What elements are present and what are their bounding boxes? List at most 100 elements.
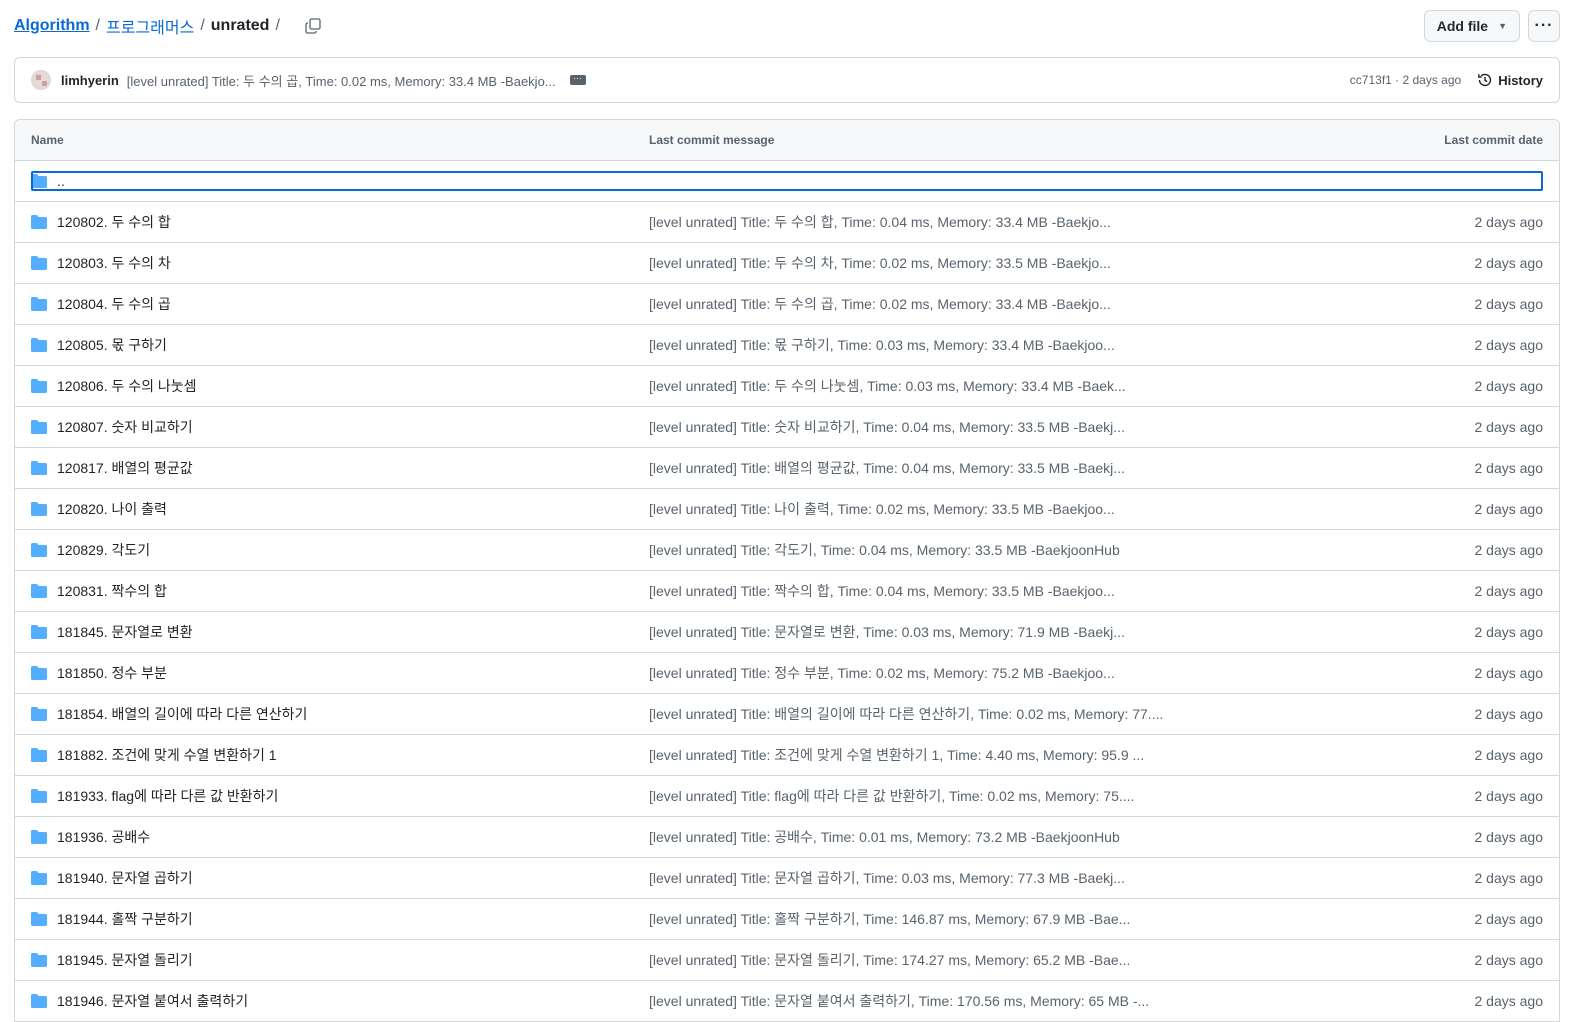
commit-message-link[interactable]: [level unrated] Title: 정수 부분, Time: 0.02…	[649, 663, 1343, 683]
commit-message-link[interactable]: [level unrated] Title: 문자열로 변환, Time: 0.…	[649, 622, 1343, 642]
commit-date: 2 days ago	[1474, 378, 1544, 394]
commit-message-link[interactable]: [level unrated] Title: 두 수의 차, Time: 0.0…	[649, 253, 1343, 273]
folder-name-link[interactable]: 181936. 공배수	[57, 827, 150, 847]
folder-name-link[interactable]: 181845. 문자열로 변환	[57, 622, 193, 642]
commit-message-link[interactable]: [level unrated] Title: 두 수의 나눗셈, Time: 0…	[649, 376, 1343, 396]
commit-author-link[interactable]: limhyerin	[61, 73, 119, 88]
table-row[interactable]: 181946. 문자열 붙여서 출력하기 [level unrated] Titl…	[15, 981, 1559, 1022]
table-row[interactable]: 120820. 나이 출력 [level unrated] Title: 나이 출…	[15, 489, 1559, 530]
folder-name-link[interactable]: 120803. 두 수의 차	[57, 253, 171, 273]
table-row[interactable]: 120804. 두 수의 곱 [level unrated] Title: 두 수…	[15, 284, 1559, 325]
breadcrumb-separator: /	[200, 17, 205, 34]
avatar[interactable]	[31, 70, 51, 90]
history-button[interactable]: History	[1477, 72, 1543, 88]
commit-message-link[interactable]: [level unrated] Title: 두 수의 곱, Time: 0.0…	[127, 71, 556, 90]
commit-date: 2 days ago	[1474, 296, 1544, 312]
commit-message-link[interactable]: [level unrated] Title: 홀짝 구분하기, Time: 14…	[649, 909, 1343, 929]
table-row[interactable]: 120831. 짝수의 합 [level unrated] Title: 짝수의 …	[15, 571, 1559, 612]
table-row[interactable]: 181933. flag에 따라 다른 값 반환하기 [level unrated…	[15, 776, 1559, 817]
copy-icon	[305, 18, 321, 34]
table-row[interactable]: 120829. 각도기 [level unrated] Title: 각도기, T…	[15, 530, 1559, 571]
table-row[interactable]: 181945. 문자열 돌리기 [level unrated] Title: 문자…	[15, 940, 1559, 981]
folder-name-link[interactable]: 181945. 문자열 돌리기	[57, 950, 193, 970]
folder-icon	[31, 543, 47, 557]
table-row[interactable]: 120805. 몫 구하기 [level unrated] Title: 몫 구하…	[15, 325, 1559, 366]
folder-name-link[interactable]: 181944. 홀짝 구분하기	[57, 909, 193, 929]
table-row[interactable]: 181845. 문자열로 변환 [level unrated] Title: 문자…	[15, 612, 1559, 653]
table-row[interactable]: 120806. 두 수의 나눗셈 [level unrated] Title: 두…	[15, 366, 1559, 407]
table-row[interactable]: 120807. 숫자 비교하기 [level unrated] Title: 숫자…	[15, 407, 1559, 448]
commit-message-link[interactable]: [level unrated] Title: 짝수의 합, Time: 0.04…	[649, 581, 1343, 601]
folder-name-link[interactable]: 181882. 조건에 맞게 수열 변환하기 1	[57, 745, 277, 765]
commit-message-link[interactable]: [level unrated] Title: 배열의 평균값, Time: 0.…	[649, 458, 1343, 478]
table-row[interactable]: 181936. 공배수 [level unrated] Title: 공배수, T…	[15, 817, 1559, 858]
folder-icon	[31, 953, 47, 967]
commit-message-link[interactable]: [level unrated] Title: 배열의 길이에 따라 다른 연산하…	[649, 704, 1343, 724]
add-file-label: Add file	[1436, 18, 1489, 34]
file-table: Name Last commit message Last commit dat…	[14, 119, 1560, 1022]
table-row[interactable]: 120817. 배열의 평균값 [level unrated] Title: 배열…	[15, 448, 1559, 489]
table-row[interactable]: 181944. 홀짝 구분하기 [level unrated] Title: 홀짝…	[15, 899, 1559, 940]
folder-name-link[interactable]: 120802. 두 수의 합	[57, 212, 171, 232]
folder-name-link[interactable]: 181946. 문자열 붙여서 출력하기	[57, 991, 248, 1011]
folder-icon	[31, 748, 47, 762]
commit-date: 2 days ago	[1474, 255, 1544, 271]
commit-message-link[interactable]: [level unrated] Title: 조건에 맞게 수열 변환하기 1,…	[649, 745, 1343, 765]
folder-icon	[31, 584, 47, 598]
commit-date: 2 days ago	[1474, 501, 1544, 517]
folder-name-link[interactable]: 181940. 문자열 곱하기	[57, 868, 193, 888]
commit-message-link[interactable]: [level unrated] Title: 문자열 곱하기, Time: 0.…	[649, 868, 1343, 888]
commit-message-link[interactable]: [level unrated] Title: 문자열 붙여서 출력하기, Tim…	[649, 991, 1343, 1011]
header-commit-message: Last commit message	[649, 133, 775, 147]
folder-name-link[interactable]: 120817. 배열의 평균값	[57, 458, 193, 478]
add-file-button[interactable]: Add file ▼	[1423, 10, 1520, 42]
commit-date: 2 days ago	[1474, 337, 1544, 353]
commit-message-link[interactable]: [level unrated] Title: 두 수의 합, Time: 0.0…	[649, 212, 1343, 232]
commit-message-link[interactable]: [level unrated] Title: 공배수, Time: 0.01 m…	[649, 827, 1343, 847]
folder-name-link[interactable]: 120807. 숫자 비교하기	[57, 417, 193, 437]
commit-date: 2 days ago	[1474, 829, 1544, 845]
folder-name-link[interactable]: 120806. 두 수의 나눗셈	[57, 376, 197, 396]
folder-icon	[31, 461, 47, 475]
table-row[interactable]: 181850. 정수 부분 [level unrated] Title: 정수 부…	[15, 653, 1559, 694]
table-row[interactable]: 181882. 조건에 맞게 수열 변환하기 1 [level unrated] …	[15, 735, 1559, 776]
copy-path-button[interactable]	[300, 13, 326, 39]
breadcrumb-separator: /	[275, 17, 280, 34]
folder-name-link[interactable]: 120804. 두 수의 곱	[57, 294, 171, 314]
commit-date: 2 days ago	[1474, 583, 1544, 599]
folder-icon	[31, 789, 47, 803]
folder-name-link[interactable]: 181854. 배열의 길이에 따라 다른 연산하기	[57, 704, 307, 724]
commit-message-link[interactable]: [level unrated] Title: 문자열 돌리기, Time: 17…	[649, 950, 1343, 970]
folder-name-link[interactable]: 120831. 짝수의 합	[57, 581, 167, 601]
breadcrumb-separator: /	[95, 17, 100, 34]
commit-message-link[interactable]: [level unrated] Title: 몫 구하기, Time: 0.03…	[649, 335, 1343, 355]
commit-hash-date[interactable]: cc713f1 · 2 days ago	[1350, 73, 1461, 87]
table-header: Name Last commit message Last commit dat…	[15, 120, 1559, 161]
commit-message-link[interactable]: [level unrated] Title: 두 수의 곱, Time: 0.0…	[649, 294, 1343, 314]
table-row[interactable]: 181940. 문자열 곱하기 [level unrated] Title: 문자…	[15, 858, 1559, 899]
folder-icon	[31, 912, 47, 926]
commit-message-link[interactable]: [level unrated] Title: 숫자 비교하기, Time: 0.…	[649, 417, 1343, 437]
folder-name-link[interactable]: 181933. flag에 따라 다른 값 반환하기	[57, 786, 278, 806]
folder-icon	[31, 994, 47, 1008]
folder-icon	[31, 297, 47, 311]
breadcrumb-folder-link[interactable]: 프로그래머스	[106, 14, 194, 38]
focus-ring	[31, 171, 1543, 191]
commit-date: 2 days ago	[1474, 624, 1544, 640]
folder-name-link[interactable]: 120829. 각도기	[57, 540, 150, 560]
folder-name-link[interactable]: 120820. 나이 출력	[57, 499, 167, 519]
more-options-button[interactable]: ···	[1528, 10, 1560, 42]
table-row[interactable]: 120803. 두 수의 차 [level unrated] Title: 두 수…	[15, 243, 1559, 284]
folder-name-link[interactable]: 181850. 정수 부분	[57, 663, 167, 683]
breadcrumb-root-link[interactable]: Algorithm	[14, 17, 90, 35]
commit-message-link[interactable]: [level unrated] Title: flag에 따라 다른 값 반환하…	[649, 786, 1343, 806]
folder-name-link[interactable]: 120805. 몫 구하기	[57, 335, 167, 355]
table-row[interactable]: 181854. 배열의 길이에 따라 다른 연산하기 [level unrated…	[15, 694, 1559, 735]
parent-directory-row[interactable]: ..	[15, 161, 1559, 202]
folder-icon	[31, 420, 47, 434]
commit-message-link[interactable]: [level unrated] Title: 나이 출력, Time: 0.02…	[649, 499, 1343, 519]
table-row[interactable]: 120802. 두 수의 합 [level unrated] Title: 두 수…	[15, 202, 1559, 243]
expand-commit-message-button[interactable]: ···	[569, 74, 586, 85]
commit-message-link[interactable]: [level unrated] Title: 각도기, Time: 0.04 m…	[649, 540, 1343, 560]
commit-date: 2 days ago	[1474, 665, 1544, 681]
